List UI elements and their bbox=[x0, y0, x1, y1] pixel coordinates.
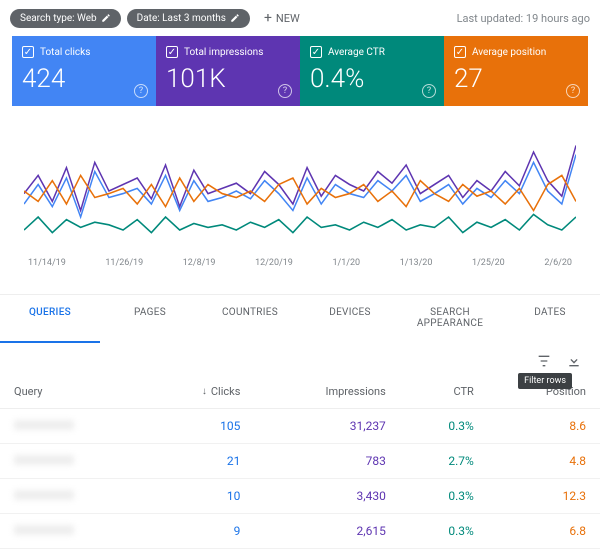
tab-devices[interactable]: DEVICES bbox=[300, 295, 400, 343]
tab-queries[interactable]: QUERIES bbox=[0, 295, 100, 343]
clicks-cell: 9 bbox=[145, 514, 255, 549]
metric-average-position[interactable]: ✓Average position 27 ? bbox=[444, 36, 588, 106]
filter-icon bbox=[536, 353, 552, 369]
filter-search-type-label: Search type: Web bbox=[20, 13, 97, 24]
metric-total-clicks[interactable]: ✓Total clicks 424 ? bbox=[12, 36, 156, 106]
query-cell bbox=[14, 420, 74, 430]
position-cell: 8.6 bbox=[488, 409, 600, 444]
filter-date[interactable]: Date: Last 3 months bbox=[127, 9, 250, 28]
pencil-icon bbox=[101, 13, 111, 23]
table-row[interactable]: 10531,2370.3%8.6 bbox=[0, 409, 600, 444]
metric-average-ctr[interactable]: ✓Average CTR 0.4% ? bbox=[300, 36, 444, 106]
help-icon[interactable]: ? bbox=[422, 84, 436, 98]
filter-date-label: Date: Last 3 months bbox=[137, 13, 226, 24]
ctr-cell: 2.7% bbox=[400, 444, 488, 479]
col-header-clicks[interactable]: ↓Clicks bbox=[145, 374, 255, 409]
help-icon[interactable]: ? bbox=[566, 84, 580, 98]
add-filter-button[interactable]: + NEW bbox=[256, 6, 308, 30]
table-actions: Filter rows bbox=[0, 343, 600, 374]
clicks-cell: 10 bbox=[145, 479, 255, 514]
filter-search-type[interactable]: Search type: Web bbox=[10, 9, 121, 28]
impressions-cell: 2,615 bbox=[254, 514, 399, 549]
filter-bar: Search type: Web Date: Last 3 months + N… bbox=[0, 0, 600, 36]
sort-descending-icon: ↓ bbox=[202, 386, 207, 397]
checkbox-checked-icon: ✓ bbox=[454, 46, 466, 58]
last-updated: Last updated: 19 hours ago bbox=[457, 12, 590, 25]
table-row[interactable]: 217832.7%4.8 bbox=[0, 444, 600, 479]
col-header-ctr[interactable]: CTR bbox=[400, 374, 488, 409]
filter-rows-tooltip: Filter rows bbox=[518, 373, 572, 389]
performance-chart: 11/14/1911/26/1912/8/1912/20/191/1/201/1… bbox=[12, 106, 588, 286]
tab-countries[interactable]: COUNTRIES bbox=[200, 295, 300, 343]
chart-x-axis: 11/14/1911/26/1912/8/1912/20/191/1/201/1… bbox=[24, 256, 576, 278]
ctr-cell: 0.3% bbox=[400, 479, 488, 514]
table-row[interactable]: 92,6150.3%6.8 bbox=[0, 514, 600, 549]
position-cell: 4.8 bbox=[488, 444, 600, 479]
clicks-cell: 21 bbox=[145, 444, 255, 479]
impressions-cell: 783 bbox=[254, 444, 399, 479]
help-icon[interactable]: ? bbox=[134, 84, 148, 98]
query-cell bbox=[14, 490, 74, 500]
checkbox-checked-icon: ✓ bbox=[310, 46, 322, 58]
query-cell bbox=[14, 525, 74, 535]
col-header-impressions[interactable]: Impressions bbox=[254, 374, 399, 409]
metric-total-impressions[interactable]: ✓Total impressions 101K ? bbox=[156, 36, 300, 106]
table-row[interactable]: 103,4300.3%12.3 bbox=[0, 479, 600, 514]
col-header-query[interactable]: Query bbox=[0, 374, 145, 409]
pencil-icon bbox=[230, 13, 240, 23]
position-cell: 6.8 bbox=[488, 514, 600, 549]
chart-series bbox=[24, 214, 576, 232]
tab-bar: QUERIESPAGESCOUNTRIESDEVICESSEARCH APPEA… bbox=[0, 294, 600, 343]
tab-pages[interactable]: PAGES bbox=[100, 295, 200, 343]
new-label: NEW bbox=[276, 12, 300, 25]
tab-search-appearance[interactable]: SEARCH APPEARANCE bbox=[400, 295, 500, 343]
query-cell bbox=[14, 455, 74, 465]
clicks-cell: 105 bbox=[145, 409, 255, 444]
help-icon[interactable]: ? bbox=[278, 84, 292, 98]
ctr-cell: 0.3% bbox=[400, 409, 488, 444]
impressions-cell: 31,237 bbox=[254, 409, 399, 444]
checkbox-checked-icon: ✓ bbox=[166, 46, 178, 58]
query-table: Query ↓Clicks Impressions CTR Position 1… bbox=[0, 374, 600, 549]
download-button[interactable] bbox=[566, 353, 582, 372]
metric-cards: ✓Total clicks 424 ? ✓Total impressions 1… bbox=[12, 36, 588, 106]
tab-dates[interactable]: DATES bbox=[500, 295, 600, 343]
chart-series bbox=[24, 146, 576, 211]
checkbox-checked-icon: ✓ bbox=[22, 46, 34, 58]
plus-icon: + bbox=[264, 10, 272, 26]
filter-rows-button[interactable] bbox=[536, 353, 552, 372]
position-cell: 12.3 bbox=[488, 479, 600, 514]
ctr-cell: 0.3% bbox=[400, 514, 488, 549]
impressions-cell: 3,430 bbox=[254, 479, 399, 514]
download-icon bbox=[566, 353, 582, 369]
